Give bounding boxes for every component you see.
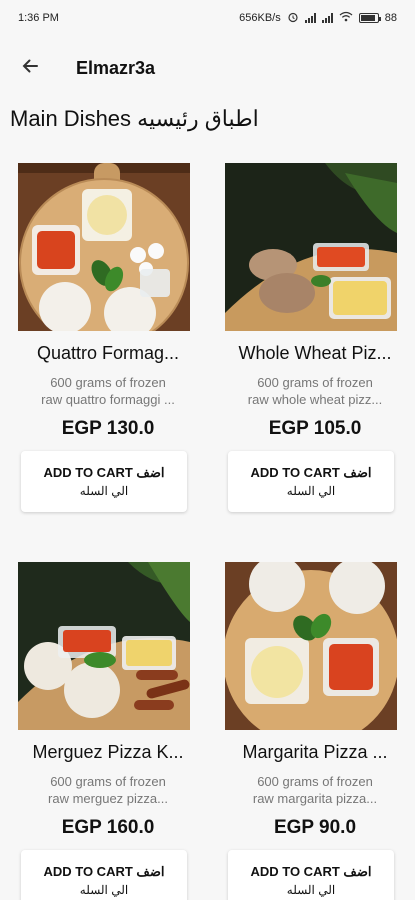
status-time: 1:36 PM xyxy=(18,12,59,24)
battery-percent: 88 xyxy=(384,12,397,24)
product-price: EGP 90.0 xyxy=(273,817,357,838)
add-to-cart-button[interactable]: ADD TO CART اضف الي السله xyxy=(21,850,187,900)
add-to-cart-button[interactable]: ADD TO CART اضف الي السله xyxy=(228,451,394,512)
product-card[interactable]: Whole Wheat Piz... 600 grams of frozen r… xyxy=(225,163,401,512)
product-description: 600 grams of frozen raw whole wheat pizz… xyxy=(247,375,383,407)
add-to-cart-button[interactable]: ADD TO CART اضف الي السله xyxy=(21,451,187,512)
product-card[interactable]: Quattro Formag... 600 grams of frozen ra… xyxy=(18,163,194,512)
wifi-icon xyxy=(339,11,353,25)
product-description: 600 grams of frozen raw merguez pizza... xyxy=(48,774,168,806)
product-name: Margarita Pizza ... xyxy=(242,742,388,762)
product-image[interactable] xyxy=(225,163,397,331)
product-image[interactable] xyxy=(225,562,397,730)
signal-icon xyxy=(304,13,316,23)
network-speed: 656KB/s xyxy=(239,12,281,24)
app-title: Elmazr3a xyxy=(76,57,156,78)
product-name: Quattro Formag... xyxy=(36,343,180,363)
app-bar: Elmazr3a xyxy=(0,40,415,96)
product-card[interactable]: Merguez Pizza K... 600 grams of frozen r… xyxy=(18,562,194,900)
product-price: EGP 130.0 xyxy=(61,418,155,439)
product-card[interactable]: Margarita Pizza ... 600 grams of frozen … xyxy=(225,562,401,900)
add-to-cart-button[interactable]: ADD TO CART اضف الي السله xyxy=(228,850,394,900)
product-image[interactable] xyxy=(18,163,190,331)
section-title: Main Dishes اطباق رئيسيه xyxy=(10,106,259,131)
status-icons: 656KB/s 88 xyxy=(239,11,397,26)
battery-icon xyxy=(358,13,381,23)
product-description: 600 grams of frozen raw quattro formaggi… xyxy=(41,375,175,407)
product-description: 600 grams of frozen raw margarita pizza.… xyxy=(252,774,378,806)
status-bar: 1:36 PM 656KB/s 88 xyxy=(0,0,415,36)
product-price: EGP 160.0 xyxy=(61,817,155,838)
alarm-icon xyxy=(287,11,299,26)
arrow-left-icon xyxy=(20,56,40,80)
product-image[interactable] xyxy=(18,562,190,730)
signal-2-icon xyxy=(321,13,333,23)
product-name: Merguez Pizza K... xyxy=(32,742,184,762)
back-button[interactable] xyxy=(0,40,60,96)
product-price: EGP 105.0 xyxy=(268,418,362,439)
product-name: Whole Wheat Piz... xyxy=(238,343,392,363)
